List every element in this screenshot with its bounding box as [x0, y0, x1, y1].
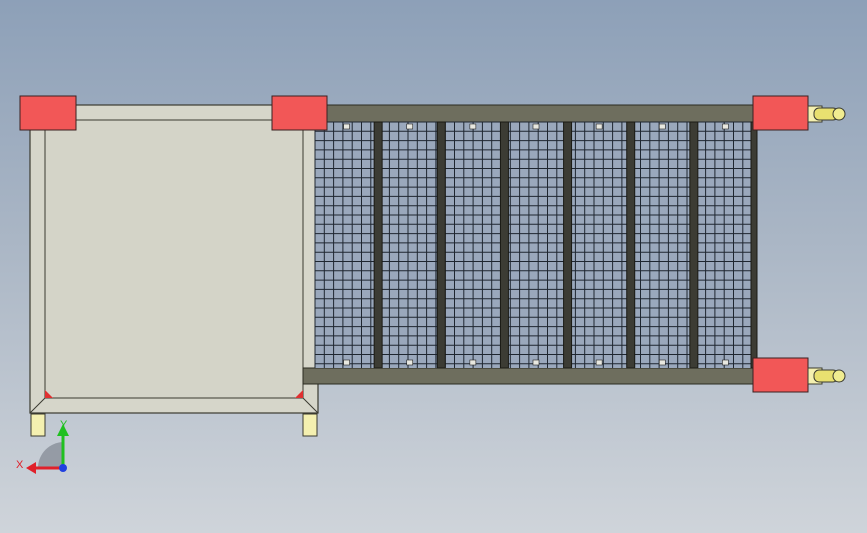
- corner-block-top-right[interactable]: [752, 95, 809, 131]
- fastener-top: [469, 123, 477, 130]
- fastener-top: [343, 123, 350, 130]
- fastener-top: [532, 123, 540, 130]
- x-axis-arrow: [26, 462, 36, 474]
- panel-divider-bar: [436, 121, 446, 369]
- leg-right: [302, 413, 318, 437]
- corner-block-bottom-right[interactable]: [752, 357, 809, 393]
- model-canvas[interactable]: Y X: [0, 0, 867, 533]
- y-axis-label: Y: [60, 419, 68, 431]
- fastener-bottom: [343, 359, 350, 366]
- panel-edge-bar: [750, 121, 758, 369]
- fastener-bottom: [595, 359, 603, 366]
- bottom-rail[interactable]: [302, 367, 761, 385]
- fastener-bottom: [406, 359, 414, 366]
- panel-divider-bar: [689, 121, 699, 369]
- fastener-top: [658, 123, 666, 130]
- fastener-top: [406, 123, 414, 130]
- mesh-screen[interactable]: [314, 121, 758, 369]
- panel-divider-bar: [499, 121, 509, 369]
- panel-divider-bar: [373, 121, 383, 369]
- fastener-bottom: [722, 359, 729, 366]
- triad-quadrant: [38, 442, 64, 468]
- top-rail[interactable]: [314, 104, 761, 123]
- frame-inner: [44, 119, 304, 399]
- left-frame[interactable]: [29, 104, 319, 414]
- graphics-viewport[interactable]: Y X: [0, 0, 867, 533]
- z-axis-dot: [59, 464, 67, 472]
- panel-divider-bar: [563, 121, 573, 369]
- pin-top[interactable]: [807, 105, 846, 123]
- corner-block-top-middle[interactable]: [271, 95, 328, 131]
- fastener-bottom: [469, 359, 477, 366]
- fastener-top: [595, 123, 603, 130]
- fastener-top: [722, 123, 729, 130]
- panel-divider-bar: [626, 121, 636, 369]
- fastener-bottom: [532, 359, 540, 366]
- leg-left: [30, 413, 46, 437]
- pin-bottom[interactable]: [807, 367, 846, 385]
- x-axis-label: X: [16, 459, 24, 471]
- corner-block-top-left[interactable]: [19, 95, 77, 131]
- fastener-bottom: [658, 359, 666, 366]
